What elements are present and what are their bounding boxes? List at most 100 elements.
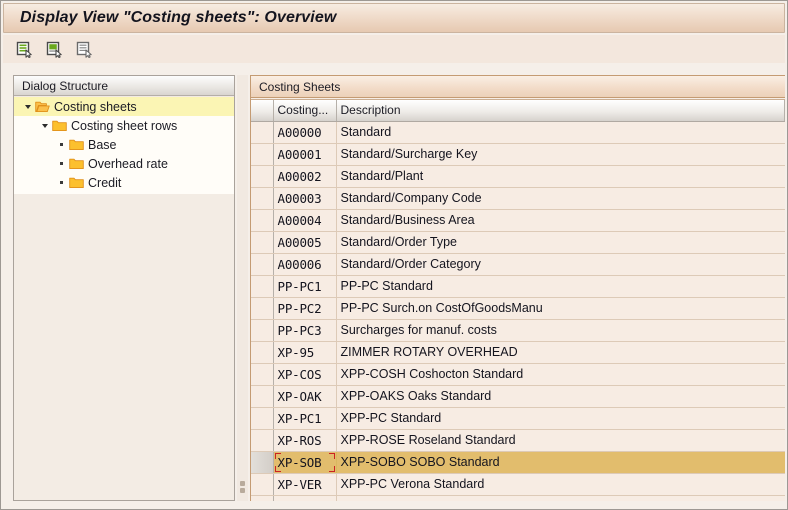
cell-description[interactable]: ZIMMER ROTARY OVERHEAD [336,341,785,364]
cell-description[interactable] [336,495,785,501]
tree-item-overhead-rate[interactable]: Overhead rate [14,154,234,173]
row-select-button[interactable] [251,253,274,276]
cell-costing-sheet[interactable]: A00000 [273,121,337,144]
table-row[interactable]: XP-ROS XPP-ROSE Roseland Standard [251,429,785,452]
row-select-button[interactable] [251,319,274,342]
row-select-button[interactable] [251,363,274,386]
row-select-button[interactable] [251,429,274,452]
cell-costing-sheet[interactable]: A00004 [273,209,337,232]
row-select-button[interactable] [251,451,274,474]
column-header-description[interactable]: Description [336,100,785,122]
tree-item-costing-sheets[interactable]: Costing sheets [14,97,234,116]
table-row[interactable]: A00004 Standard/Business Area [251,209,785,232]
cell-description[interactable]: Standard/Business Area [336,209,785,232]
tree-expand-collapse-icon[interactable] [38,123,51,129]
row-select-button[interactable] [251,341,274,364]
dialog-structure-body: Costing sheets Costing sheet rows Base Over… [14,97,234,500]
table-row[interactable]: A00000 Standard [251,121,785,144]
tree-item-costing-sheet-rows[interactable]: Costing sheet rows [14,116,234,135]
cell-costing-sheet[interactable]: XP-95 [273,341,337,364]
table-row[interactable]: XP-OAK XPP-OAKS Oaks Standard [251,385,785,408]
cell-description[interactable]: XPP-PC Standard [336,407,785,430]
tree-expand-collapse-icon[interactable] [21,104,34,110]
table-row[interactable]: XP-95 ZIMMER ROTARY OVERHEAD [251,341,785,364]
tree-item-base[interactable]: Base [14,135,234,154]
cell-description[interactable]: PP-PC Standard [336,275,785,298]
row-select-button[interactable] [251,407,274,430]
select-all-column-header[interactable] [251,100,274,122]
details-green-full-icon[interactable] [13,38,35,60]
table-row[interactable]: A00001 Standard/Surcharge Key [251,143,785,166]
table-row[interactable]: XP-SOB XPP-SOBO SOBO Standard [251,451,785,474]
table-row[interactable]: A00005 Standard/Order Type [251,231,785,254]
cell-description[interactable]: Standard [336,121,785,144]
tree-item-credit[interactable]: Credit [14,173,234,192]
application-toolbar [3,35,785,63]
cell-description[interactable]: Surcharges for manuf. costs [336,319,785,342]
costing-sheets-grid-container[interactable]: Costing... Description A00000 Standard A00… [251,99,785,501]
dialog-structure-header: Dialog Structure [14,76,234,96]
cell-description[interactable]: XPP-PC Verona Standard [336,473,785,496]
cell-description[interactable]: Standard/Order Category [336,253,785,276]
row-select-button[interactable] [251,473,274,496]
cell-costing-sheet[interactable]: PP-PC2 [273,297,337,320]
row-select-button[interactable] [251,297,274,320]
cell-description[interactable]: XPP-COSH Coshocton Standard [336,363,785,386]
row-select-button[interactable] [251,495,274,501]
table-row[interactable]: XP-COS XPP-COSH Coshocton Standard [251,363,785,386]
table-body: A00000 Standard A00001 Standard/Surcharge K… [251,121,785,501]
row-select-button[interactable] [251,275,274,298]
details-green-block-icon[interactable] [43,38,65,60]
folder-icon [68,138,85,151]
details-plain-icon[interactable] [73,38,95,60]
cell-costing-sheet[interactable]: XP-OAK [273,385,337,408]
costing-sheets-table: Costing... Description A00000 Standard A00… [251,100,785,501]
tree-item-label: Credit [88,175,122,190]
table-row[interactable]: XP-PC1 XPP-PC Standard [251,407,785,430]
table-row[interactable]: XP-VER XPP-PC Verona Standard [251,473,785,496]
cell-description[interactable]: Standard/Company Code [336,187,785,210]
cell-description[interactable]: PP-PC Surch.on CostOfGoodsManu [336,297,785,320]
tree-item-label: Costing sheets [54,99,137,114]
column-header-costing-sheet[interactable]: Costing... [273,100,337,122]
table-row[interactable] [251,495,785,501]
row-select-button[interactable] [251,165,274,188]
cell-description[interactable]: Standard/Plant [336,165,785,188]
cell-costing-sheet[interactable]: XP-VER [273,473,337,496]
cell-costing-sheet[interactable]: XP-ROS [273,429,337,452]
row-select-button[interactable] [251,231,274,254]
cell-costing-sheet[interactable]: PP-PC3 [273,319,337,342]
row-select-button[interactable] [251,121,274,144]
cell-costing-sheet[interactable]: XP-COS [273,363,337,386]
splitter-grip[interactable] [240,481,245,495]
cell-costing-sheet[interactable] [273,495,337,501]
cell-costing-sheet[interactable]: A00005 [273,231,337,254]
cell-costing-sheet[interactable]: PP-PC1 [273,275,337,298]
row-select-button[interactable] [251,143,274,166]
tree-leaf-bullet-icon [55,143,68,146]
tree-leaf-bullet-icon [55,181,68,184]
dialog-structure-panel: Dialog Structure Costing sheets Costing s… [13,75,235,501]
table-row[interactable]: A00003 Standard/Company Code [251,187,785,210]
cell-costing-sheet[interactable]: A00001 [273,143,337,166]
panel-splitter[interactable] [237,75,248,501]
table-row[interactable]: PP-PC1 PP-PC Standard [251,275,785,298]
cell-description[interactable]: XPP-OAKS Oaks Standard [336,385,785,408]
row-select-button[interactable] [251,209,274,232]
cell-description[interactable]: Standard/Order Type [336,231,785,254]
cell-costing-sheet[interactable]: XP-PC1 [273,407,337,430]
row-select-button[interactable] [251,385,274,408]
cell-description[interactable]: Standard/Surcharge Key [336,143,785,166]
table-row[interactable]: A00006 Standard/Order Category [251,253,785,276]
table-row[interactable]: PP-PC2 PP-PC Surch.on CostOfGoodsManu [251,297,785,320]
folder-icon [68,176,85,189]
table-row[interactable]: A00002 Standard/Plant [251,165,785,188]
row-select-button[interactable] [251,187,274,210]
cell-costing-sheet[interactable]: XP-SOB [273,451,337,474]
cell-description[interactable]: XPP-SOBO SOBO Standard [336,451,785,474]
cell-description[interactable]: XPP-ROSE Roseland Standard [336,429,785,452]
table-row[interactable]: PP-PC3 Surcharges for manuf. costs [251,319,785,342]
cell-costing-sheet[interactable]: A00002 [273,165,337,188]
cell-costing-sheet[interactable]: A00006 [273,253,337,276]
cell-costing-sheet[interactable]: A00003 [273,187,337,210]
